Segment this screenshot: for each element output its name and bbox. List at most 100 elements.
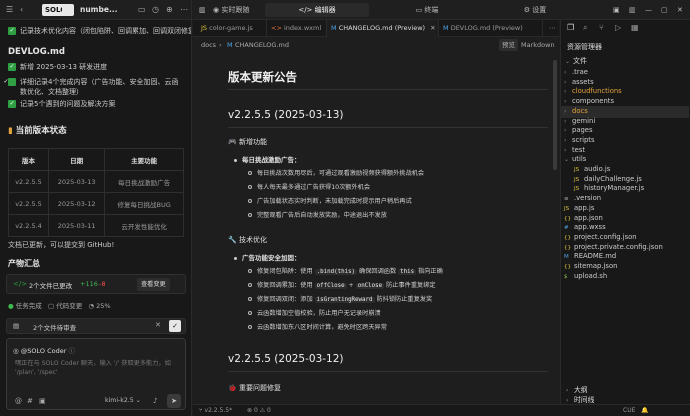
changes-card[interactable]: </> 2个文件已更改 +116 -8 查看变更 <box>6 274 186 294</box>
send-button[interactable]: ➤ <box>167 394 181 408</box>
at-icon[interactable]: @ <box>15 397 22 405</box>
tree-item[interactable]: $ upload.sh <box>564 272 607 280</box>
tree-item-label: pages <box>572 126 593 135</box>
chevron-right-icon: › <box>564 78 567 86</box>
view-changes-button[interactable]: 查看变更 <box>137 278 170 291</box>
tree-item[interactable]: {} sitemap.json <box>564 262 617 270</box>
product-summary-heading: 产物汇总 <box>8 259 40 268</box>
chevron-right-icon: › <box>564 117 567 125</box>
tree-item[interactable]: › docs <box>564 107 588 115</box>
eol-indicator[interactable]: CUE <box>623 407 635 414</box>
tree-item[interactable]: M README.md <box>564 252 616 260</box>
file-tab[interactable]: <> index.wxml <box>267 20 327 37</box>
maximize-icon[interactable]: ▢ <box>661 3 668 17</box>
mic-icon[interactable]: ♪ <box>153 397 157 405</box>
branch-indicator[interactable]: ⑂ v2.2.5.5* <box>199 407 232 414</box>
files-section-header[interactable]: ⌄ 文件 <box>565 56 587 66</box>
tree-item[interactable]: › assets <box>564 78 594 86</box>
preview-button[interactable]: 预览 <box>499 39 518 51</box>
file-tab[interactable]: M DEVLOG.md (Preview) <box>439 20 543 37</box>
diff-icon: ▢ <box>47 302 55 310</box>
tab-realtime[interactable]: ◉ 实时跟随 <box>213 3 249 17</box>
history-icon[interactable]: ◷ <box>152 5 159 14</box>
table-row: v2.2.5.5 2025-03-13 每日挑战激励广告 <box>7 170 184 193</box>
chevron-right-icon: › <box>564 146 567 154</box>
close-icon[interactable]: ✕ <box>677 3 683 17</box>
menu-icon[interactable]: ☰ <box>6 5 13 14</box>
tree-item[interactable]: › gemini <box>564 117 595 125</box>
problems-indicator[interactable]: ⊗ 0 ⚠ 0 <box>247 407 271 414</box>
chat-input-box[interactable]: ◎ @SOLO Coder ⓘ 嘿正在与 SOLO Coder 聊天，输入 '/… <box>6 338 186 410</box>
top-tab-bar: ▥ ◉ 实时跟随 </> 编辑器 ▭ 终端 ⚙ 设置 ▣ ▥ — ▢ ✕ <box>193 0 690 20</box>
sidebar-toggle-icon[interactable]: ▥ <box>199 3 206 17</box>
markdown-button[interactable]: Markdown <box>521 37 555 53</box>
version-status-heading: ▮ 当前版本状态 <box>8 126 67 136</box>
tree-item[interactable]: JS audio.js <box>574 165 610 173</box>
close-icon[interactable]: ✕ <box>155 321 161 329</box>
minimize-icon[interactable]: — <box>645 3 652 17</box>
bullet <box>248 311 252 315</box>
sh-file-icon: $ <box>564 273 568 280</box>
scrollbar[interactable] <box>553 60 557 170</box>
tab-terminal[interactable]: ▭ 终端 <box>373 3 481 17</box>
tree-item[interactable]: › test <box>564 146 585 154</box>
explorer-title: 资源管理器 <box>567 43 602 51</box>
divider <box>228 371 548 372</box>
tab-more-icon[interactable]: ⋯ <box>545 20 556 37</box>
tree-item[interactable]: {} project.config.json <box>564 233 637 241</box>
tree-item-label: project.private.config.json <box>574 242 663 251</box>
more-icon[interactable]: ⋯ <box>180 5 188 14</box>
tree-item[interactable]: › scripts <box>564 136 594 144</box>
markdown-preview: 版本更新公告 v2.2.5.5 (2025-03-13) 🎮 新增功能 每日挑战… <box>200 53 555 401</box>
outline-section[interactable]: › 大纲 <box>566 384 588 394</box>
panel-icon[interactable]: ▥ <box>629 3 636 17</box>
timeline-section[interactable]: › 时间线 <box>566 394 594 404</box>
image-icon[interactable]: ▣ <box>39 397 46 405</box>
back-icon[interactable]: ‹ <box>20 5 23 14</box>
explorer-icon[interactable]: ❐ <box>567 23 574 32</box>
tree-item[interactable]: › cloudfunctions <box>564 87 622 95</box>
tree-item[interactable]: JS app.js <box>564 204 594 212</box>
extensions-icon[interactable]: ▦ <box>631 23 639 32</box>
split-icon[interactable]: ▭ <box>138 5 146 14</box>
debug-icon[interactable]: ▷ <box>615 23 621 32</box>
doc-title: 版本更新公告 <box>228 70 297 84</box>
version-heading: v2.2.5.5 (2025-03-13) <box>228 109 344 121</box>
tree-item[interactable]: › pages <box>564 126 593 134</box>
file-tab-active[interactable]: M CHANGELOG.md (Preview) ✕ <box>327 20 439 37</box>
layout-icon[interactable]: ▣ <box>613 3 620 17</box>
file-tab-bar: JS color-game.js <> index.wxml M CHANGEL… <box>193 20 559 37</box>
chat-panel: ☰ ‹ SOLO numbe... ▭ ◷ ⊕ ⋯ ✓ 记录技术优化内容（闭包陷阱… <box>0 0 192 416</box>
new-chat-icon[interactable]: ⊕ <box>166 5 173 14</box>
tree-item-label: app.json <box>574 213 603 222</box>
tree-item[interactable]: {} project.private.config.json <box>564 243 663 251</box>
tree-item-label: historyManager.js <box>584 184 645 193</box>
bell-icon[interactable]: 🔔 <box>641 407 648 414</box>
file-tab[interactable]: JS color-game.js <box>197 20 267 37</box>
accept-button[interactable]: ✓ <box>169 320 181 332</box>
tree-item-label: components <box>572 97 614 106</box>
hash-icon[interactable]: # <box>27 397 33 405</box>
tree-item[interactable]: {} app.json <box>564 214 603 222</box>
tree-item[interactable]: JS historyManager.js <box>574 184 644 192</box>
tree-item[interactable]: ≡ .version <box>564 194 601 202</box>
bullet <box>248 325 252 329</box>
tree-item[interactable]: # app.wxss <box>564 223 606 231</box>
tree-item[interactable]: ⌄ utils <box>564 155 586 163</box>
search-icon[interactable]: ⌕ <box>583 23 587 33</box>
breadcrumb-folder[interactable]: docs <box>201 37 216 53</box>
tree-item[interactable]: › components <box>564 97 614 105</box>
tab-editor[interactable]: </> 编辑器 <box>265 3 369 17</box>
json-file-icon: {} <box>564 215 571 222</box>
tree-item[interactable]: JS dailyChallenge.js <box>574 175 642 183</box>
model-selector[interactable]: kimi-k2.5 ⌄ <box>105 397 141 404</box>
agent-icon: ◎ <box>13 347 19 355</box>
tab-settings[interactable]: ⚙ 设置 <box>485 3 585 17</box>
chat-input-placeholder[interactable]: 嘿正在与 SOLO Coder 聊天，输入 '/' 获取更多能力，如 '/pla… <box>15 359 179 377</box>
bullet <box>234 256 237 260</box>
project-name[interactable]: numbe... <box>80 5 118 14</box>
source-control-icon[interactable]: ⑂ <box>599 23 604 32</box>
tree-item[interactable]: › .trae <box>564 68 588 76</box>
breadcrumb-file[interactable]: CHANGELOG.md <box>235 37 289 53</box>
pending-review-bar[interactable]: ▤ 2个文件待审查 ✕ ✓ <box>6 318 186 334</box>
